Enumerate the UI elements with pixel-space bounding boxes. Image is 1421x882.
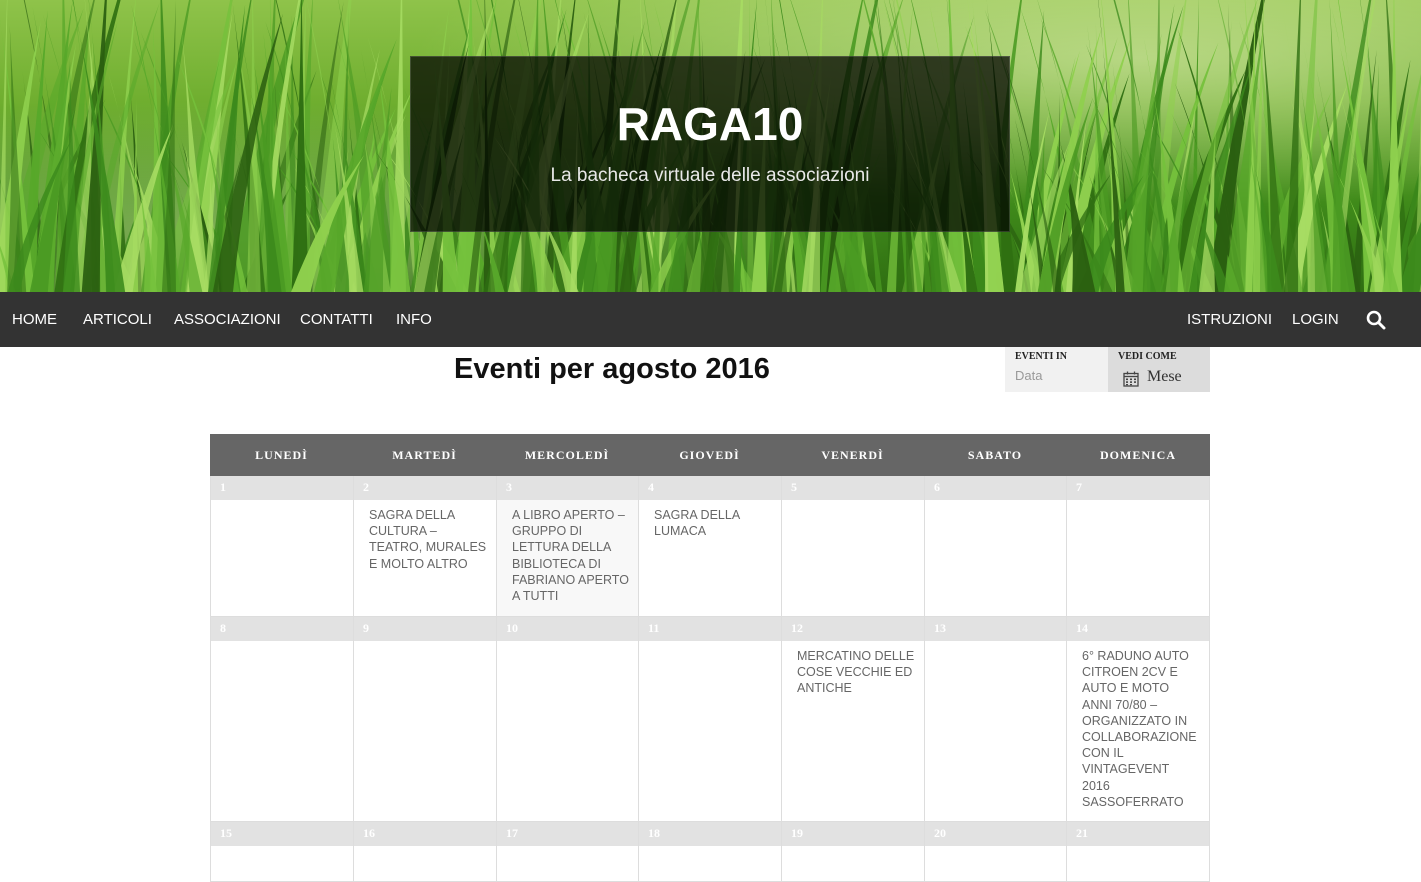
event-link[interactable]: SAGRA DELLA LUMACA xyxy=(654,507,772,539)
calendar-day-cell: 18 xyxy=(638,822,781,882)
day-number[interactable]: 16 xyxy=(363,826,375,841)
day-number[interactable]: 11 xyxy=(648,621,659,636)
day-number[interactable]: 9 xyxy=(363,621,369,636)
date-filter-label: EVENTI IN xyxy=(1015,351,1067,362)
calendar-day-cell: 20 xyxy=(924,822,1066,882)
day-number-bar: 6 xyxy=(925,476,1066,500)
day-number[interactable]: 19 xyxy=(791,826,803,841)
calendar-day-cell: 6 xyxy=(924,476,1066,617)
event-link[interactable]: MERCATINO DELLE COSE VECCHIE ED ANTICHE xyxy=(797,648,915,697)
site-branding: RAGA10 La bacheca virtuale delle associa… xyxy=(410,56,1010,232)
weekday-label: DOMENICA xyxy=(1100,448,1176,462)
day-number-bar: 21 xyxy=(1067,822,1209,846)
nav-item-info[interactable]: INFO xyxy=(396,292,432,347)
calendar-day-cell: 1 xyxy=(210,476,353,617)
date-input[interactable] xyxy=(1015,366,1100,384)
page-title: Eventi per agosto 2016 xyxy=(454,353,770,385)
day-number-bar: 7 xyxy=(1067,476,1209,500)
event-link[interactable]: SAGRA DELLA CULTURA – TEATRO, MURALES E … xyxy=(369,507,487,572)
weekday-label: GIOVEDÌ xyxy=(679,448,740,462)
header-banner: RAGA10 La bacheca virtuale delle associa… xyxy=(0,0,1421,292)
day-number-bar: 12 xyxy=(782,617,924,641)
weekday-label: LUNEDÌ xyxy=(255,448,308,462)
day-number-bar: 19 xyxy=(782,822,924,846)
calendar-day-cell: 4 SAGRA DELLA LUMACA xyxy=(638,476,781,617)
day-number-bar: 3 xyxy=(497,476,638,500)
day-number-bar: 4 xyxy=(639,476,781,500)
day-number-bar: 5 xyxy=(782,476,924,500)
view-selector-label: VEDI COME xyxy=(1118,351,1177,362)
nav-item-istruzioni[interactable]: ISTRUZIONI xyxy=(1187,292,1272,347)
day-number[interactable]: 1 xyxy=(220,480,226,495)
day-number[interactable]: 7 xyxy=(1076,480,1082,495)
main-navigation: HOME ARTICOLI ASSOCIAZIONI CONTATTI INFO… xyxy=(0,292,1421,347)
date-filter: EVENTI IN xyxy=(1005,347,1108,392)
calendar-day-cell: 3A LIBRO APERTO – GRUPPO DI LETTURA DELL… xyxy=(496,476,638,617)
weekday-label: SABATO xyxy=(967,448,1023,462)
nav-item-articoli[interactable]: ARTICOLI xyxy=(83,292,152,347)
nav-item-associazioni[interactable]: ASSOCIAZIONI xyxy=(174,292,281,347)
view-selector-value: Mese xyxy=(1147,368,1182,385)
day-number[interactable]: 13 xyxy=(934,621,946,636)
day-number-bar: 20 xyxy=(925,822,1066,846)
site-tagline: La bacheca virtuale delle associazioni xyxy=(550,165,870,186)
nav-item-home[interactable]: HOME xyxy=(12,292,57,347)
day-number[interactable]: 20 xyxy=(934,826,946,841)
nav-item-login[interactable]: LOGIN xyxy=(1292,292,1339,347)
calendar-day-cell: 21 xyxy=(1066,822,1210,882)
weekday-label: MERCOLEDÌ xyxy=(524,448,610,462)
day-number[interactable]: 3 xyxy=(506,480,512,495)
weekday-label: MARTEDÌ xyxy=(392,448,457,462)
day-number[interactable]: 2 xyxy=(363,480,369,495)
calendar-day-cell: 19 xyxy=(781,822,924,882)
calendar-day-cell: 9 xyxy=(353,617,496,822)
view-selector[interactable]: VEDI COME Mese xyxy=(1108,347,1210,392)
weekday-header: LUNEDÌ MARTEDÌ MERCOLEDÌ GIOVEDÌ VENERDÌ SABA… xyxy=(210,434,1210,476)
calendar-day-cell: 7 xyxy=(1066,476,1210,617)
day-number[interactable]: 18 xyxy=(648,826,660,841)
day-number[interactable]: 4 xyxy=(648,480,654,495)
day-number[interactable]: 15 xyxy=(220,826,232,841)
day-number[interactable]: 14 xyxy=(1076,621,1088,636)
calendar-day-cell: 5 xyxy=(781,476,924,617)
day-number-bar: 11 xyxy=(639,617,781,641)
day-number-bar: 17 xyxy=(497,822,638,846)
search-icon[interactable] xyxy=(1366,310,1386,330)
events-filter-bar: EVENTI IN VEDI COME Mese xyxy=(1005,347,1210,392)
day-number[interactable]: 21 xyxy=(1076,826,1088,841)
day-number-bar: 1 xyxy=(211,476,353,500)
weekday-label: VENERDÌ xyxy=(821,448,884,462)
calendar-day-cell: 10 xyxy=(496,617,638,822)
calendar-day-cell: 8 xyxy=(210,617,353,822)
day-number-bar: 9 xyxy=(354,617,496,641)
calendar-day-cell: 12 MERCATINO DELLE COSE VECCHIE ED ANTICH… xyxy=(781,617,924,822)
day-number[interactable]: 17 xyxy=(506,826,518,841)
event-link[interactable]: A LIBRO APERTO – GRUPPO DI LETTURA DELLA… xyxy=(512,507,630,604)
day-number-bar: 18 xyxy=(639,822,781,846)
day-number-bar: 2 xyxy=(354,476,496,500)
day-number-bar: 15 xyxy=(211,822,353,846)
day-number[interactable]: 5 xyxy=(791,480,797,495)
calendar-day-cell: 17 xyxy=(496,822,638,882)
day-number-bar: 16 xyxy=(354,822,496,846)
day-number-bar: 14 xyxy=(1067,617,1209,641)
calendar-icon xyxy=(1123,371,1139,387)
day-number[interactable]: 12 xyxy=(791,621,803,636)
calendar-day-cell: 13 xyxy=(924,617,1066,822)
day-number[interactable]: 6 xyxy=(934,480,940,495)
calendar-day-cell: 15 xyxy=(210,822,353,882)
day-number[interactable]: 8 xyxy=(220,621,226,636)
day-number-bar: 8 xyxy=(211,617,353,641)
calendar-day-cell: 16 xyxy=(353,822,496,882)
event-link[interactable]: 6° RADUNO AUTO CITROEN 2CV E AUTO E MOTO… xyxy=(1082,648,1198,810)
calendar-day-cell: 11 xyxy=(638,617,781,822)
nav-item-contatti[interactable]: CONTATTI xyxy=(300,292,373,347)
day-number[interactable]: 10 xyxy=(506,621,518,636)
calendar-day-cell: 2 SAGRA DELLA CULTURA – TEATRO, MURALES E… xyxy=(353,476,496,617)
day-number-bar: 10 xyxy=(497,617,638,641)
calendar-day-cell: 14 6° RADUNO AUTO CITROEN 2CV E AUTO E MO… xyxy=(1066,617,1210,822)
site-title[interactable]: RAGA10 xyxy=(411,97,1009,151)
day-number-bar: 13 xyxy=(925,617,1066,641)
